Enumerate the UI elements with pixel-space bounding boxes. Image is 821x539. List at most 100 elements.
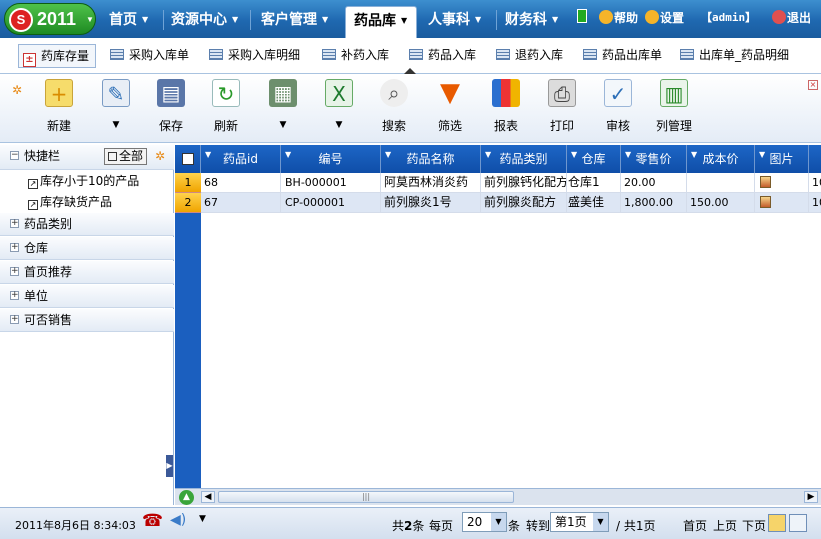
list-view-icon[interactable] [789,514,807,532]
page-select[interactable]: 第1页 ▼ [550,512,609,532]
audit-button[interactable]: ✓ 审核 [590,79,646,134]
cell-code[interactable]: BH-000001 [281,173,381,193]
cell-category[interactable]: 前列腺钙化配方 [481,173,567,193]
cell-name[interactable]: 前列腺炎1号 [381,193,481,213]
next-page-link[interactable]: 下页 [742,517,766,534]
nav-finance[interactable]: 财务科 ▼ [497,6,569,36]
col-warehouse[interactable]: ▼ 仓库 [567,145,621,173]
col-category[interactable]: ▼ 药品类别 [481,145,567,173]
cell-cost-price[interactable]: 150.00 [687,193,755,213]
group-drug-category[interactable]: + 药品类别 [0,213,174,236]
col-cost-price[interactable]: ▼ 成本价 [687,145,755,173]
grid-icon [409,49,423,60]
tab-supplement-in[interactable]: 补药入库 [318,44,389,68]
per-page-select[interactable]: 20 ▼ [462,512,507,532]
prev-page-link[interactable]: 上页 [713,517,737,534]
export-dropdown-button[interactable]: X ▼ [311,79,367,130]
show-all-button[interactable]: 全部 [104,148,148,165]
cell-code[interactable]: CP-000001 [281,193,381,213]
cell-name[interactable]: 阿莫西林消炎药 [381,173,481,193]
nav-resource-center[interactable]: 资源中心 ▼ [163,6,249,36]
horizontal-scrollbar[interactable]: ▲ ◀ ||| ▶ [175,488,821,505]
new-button[interactable]: + 新建 [31,79,87,134]
tab-drug-in[interactable]: 药品入库 [405,44,476,68]
grid-view-icon[interactable] [768,514,786,532]
search-button[interactable]: ⌕ 搜索 [366,79,422,134]
cell-id[interactable]: 68 [201,173,281,193]
image-icon[interactable] [760,176,771,188]
filter-button[interactable]: ▼ 筛选 [422,79,478,134]
phone-icon[interactable]: ☎ [142,511,163,531]
image-icon[interactable] [760,196,771,208]
select-all-checkbox[interactable] [175,145,201,173]
scroll-left-arrow[interactable]: ◀ [201,491,215,503]
col-drug-id[interactable]: ▼ 药品id [201,145,281,173]
logout-icon [772,10,786,24]
tab-drug-out[interactable]: 药品出库单 [579,44,662,68]
quick-item-low-stock[interactable]: ↗ 库存小于10的产品 [28,173,139,189]
scroll-thumb[interactable]: ||| [218,491,514,503]
cell-cost-price[interactable] [687,173,755,193]
nav-customer-management[interactable]: 客户管理 ▼ [253,6,339,36]
report-button[interactable]: 报表 [478,79,534,134]
logout-link[interactable]: 退出 [772,9,811,26]
cell-retail-price[interactable]: 1,800.00 [621,193,687,213]
printer-icon: ⎙ [548,79,576,107]
cell-category[interactable]: 前列腺炎配方 [481,193,567,213]
external-link-icon: ↗ [28,179,38,189]
col-retail-price[interactable]: ▼ 零售价 [621,145,687,173]
cell-extra[interactable]: 10 [809,173,821,193]
toolbar-close-icon[interactable]: × [808,80,818,90]
cell-image[interactable] [755,173,809,193]
scroll-right-arrow[interactable]: ▶ [804,491,818,503]
cell-id[interactable]: 67 [201,193,281,213]
current-user[interactable]: 【admin】 [701,9,756,25]
cell-warehouse[interactable]: 盛美佳 [567,193,621,213]
group-home-recommend[interactable]: + 首页推荐 [0,261,174,284]
table-row[interactable]: 2 67 CP-000001 前列腺炎1号 前列腺炎配方 盛美佳 1,800.0… [175,193,821,213]
col-drug-name[interactable]: ▼ 药品名称 [381,145,481,173]
more-nav-icon[interactable] [577,9,587,24]
group-unit[interactable]: + 单位 [0,285,174,308]
tab-out-detail[interactable]: 出库单_药品明细 [676,44,789,68]
column-manager-button[interactable]: ▥ 列管理 [646,79,702,134]
first-page-link[interactable]: 首页 [683,517,707,534]
cell-retail-price[interactable]: 20.00 [621,173,687,193]
col-code[interactable]: ▼ 编号 [281,145,381,173]
tab-purchase-detail[interactable]: 采购入库明细 [205,44,300,68]
quickbar-header[interactable]: − 快捷栏 全部 ✲ [0,145,174,170]
col-image[interactable]: ▼ 图片 [755,145,809,173]
tab-purchase-order[interactable]: 采购入库单 [106,44,189,68]
cell-image[interactable] [755,193,809,213]
tab-stock-quantity[interactable]: ± 药库存量 [18,44,97,68]
sidebar-collapse-handle[interactable]: ▶ [166,455,173,477]
nav-hr[interactable]: 人事科 ▼ [420,6,492,36]
settings-link[interactable]: 设置 [645,9,684,26]
group-saleable[interactable]: + 可否销售 [0,309,174,332]
print-button[interactable]: ⎙ 打印 [534,79,590,134]
stock-icon: ± [23,53,36,67]
speaker-icon[interactable]: ◀) [170,512,186,528]
table-row[interactable]: 1 68 BH-000001 阿莫西林消炎药 前列腺钙化配方 仓库1 20.00… [175,173,821,193]
edit-dropdown-button[interactable]: ✎ ▼ [88,79,144,130]
refresh-button[interactable]: ↻ 刷新 [198,79,254,134]
nav-drug-library[interactable]: 药品库 ▼ [345,6,417,38]
quick-item-out-of-stock[interactable]: ↗ 库存缺货产品 [28,194,112,210]
tab-return-in[interactable]: 退药入库 [492,44,563,68]
cell-warehouse[interactable]: 仓库1 [567,173,621,193]
chevron-down-icon[interactable]: ▼ [199,514,206,524]
help-link[interactable]: 帮助 [599,9,638,26]
nav-home[interactable]: 首页 ▼ [101,6,163,36]
scroll-top-icon[interactable]: ▲ [179,490,194,505]
toolbar-settings-icon[interactable]: ✲ [12,83,22,97]
cards-icon: ▦ [269,79,297,107]
group-warehouse[interactable]: + 仓库 [0,237,174,260]
logo-dropdown-icon: ▼ [86,15,94,24]
per-page-label: 每页 [429,519,454,533]
app-logo[interactable]: S 2011 ▼ [4,3,96,35]
view-dropdown-button[interactable]: ▦ ▼ [255,79,311,130]
save-button[interactable]: ▤ 保存 [143,79,199,134]
logo-mark-icon: S [9,8,33,32]
gear-icon[interactable]: ✲ [155,145,165,167]
cell-extra[interactable]: 10 [809,193,821,213]
